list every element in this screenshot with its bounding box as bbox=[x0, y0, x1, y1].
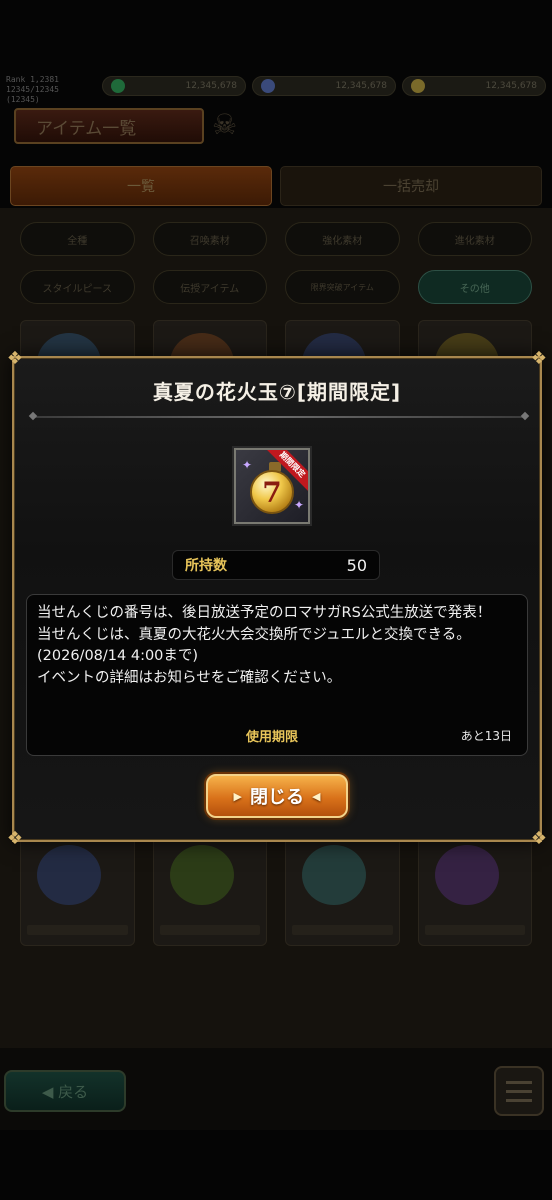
close-button[interactable]: ▶ 閉じる ◀ bbox=[206, 774, 348, 818]
item-thumbnail bbox=[302, 845, 366, 905]
user-rank: Rank 1,2381 bbox=[6, 75, 59, 84]
dialog-title: 真夏の花火玉⑦[期間限定] bbox=[152, 380, 402, 404]
corner-ornament-icon: ❖ bbox=[6, 828, 24, 849]
aurum-counter[interactable]: 12,345,678 bbox=[402, 76, 546, 96]
arrow-left-icon: ◀ bbox=[312, 789, 321, 803]
tab-list[interactable]: 一覧 bbox=[10, 166, 272, 206]
expiry-value: あと13日 bbox=[460, 729, 512, 743]
close-label: 閉じる bbox=[250, 787, 304, 808]
aurum-icon bbox=[411, 79, 425, 93]
filter-other[interactable]: その他 bbox=[417, 270, 532, 304]
jewel-amount: 12,345,678 bbox=[185, 81, 237, 91]
user-stamina: 12345/12345 (12345) bbox=[6, 85, 59, 104]
item-caption bbox=[27, 925, 128, 935]
expiry-label: 使用期限 bbox=[246, 730, 299, 745]
hamburger-icon bbox=[506, 1080, 532, 1084]
item-thumbnail bbox=[37, 845, 101, 905]
filter-limit-break[interactable]: 限界突破アイテム bbox=[285, 270, 400, 304]
item-caption bbox=[159, 925, 260, 935]
crystal-counter[interactable]: 12,345,678 bbox=[252, 76, 396, 96]
status-bar: Rank 1,2381 12345/12345 (12345) 12,345,6… bbox=[0, 72, 552, 104]
aurum-amount: 12,345,678 bbox=[485, 81, 537, 91]
skull-crossbones-icon: ☠ bbox=[212, 108, 238, 141]
item-caption bbox=[292, 925, 393, 935]
corner-ornament-icon: ❖ bbox=[530, 348, 548, 369]
jewel-icon bbox=[111, 79, 125, 93]
sparkle-icon: ✦ bbox=[294, 498, 305, 512]
item-thumbnail bbox=[169, 845, 234, 905]
filter-evolve[interactable]: 進化素材 bbox=[417, 222, 532, 256]
corner-ornament-icon: ❖ bbox=[530, 828, 548, 849]
expiry-row: 使用期限 あと13日 bbox=[26, 729, 528, 757]
corner-ornament-icon: ❖ bbox=[6, 348, 24, 369]
item-cell[interactable] bbox=[152, 832, 267, 946]
filter-teach[interactable]: 伝授アイテム bbox=[152, 270, 267, 304]
user-info: Rank 1,2381 12345/12345 (12345) bbox=[6, 75, 96, 104]
menu-button[interactable] bbox=[494, 1066, 544, 1116]
jewel-counter[interactable]: 12,345,678 bbox=[102, 76, 246, 96]
item-thumbnail bbox=[434, 845, 499, 905]
title-divider bbox=[34, 416, 524, 418]
item-number: 7 bbox=[262, 475, 282, 509]
back-button[interactable]: ◀ 戻る bbox=[4, 1070, 126, 1112]
crystal-amount: 12,345,678 bbox=[335, 81, 387, 91]
main-tabs: 一覧 一括売却 bbox=[10, 166, 542, 206]
sparkle-icon: ✦ bbox=[242, 458, 253, 472]
item-cell[interactable] bbox=[285, 832, 400, 946]
tab-bulk-sell[interactable]: 一括売却 bbox=[280, 166, 542, 206]
filter-buttons: 全種 召喚素材 強化素材 進化素材 スタイルピース 伝授アイテム 限界突破アイテ… bbox=[20, 222, 532, 304]
filter-summon[interactable]: 召喚素材 bbox=[152, 222, 267, 256]
item-icon-frame: ✦ ✦ 7 期間限定 bbox=[234, 448, 310, 524]
item-description: 当せんくじの番号は、後日放送予定のロマサガRS公式生放送で発表！ 当せんくじは、… bbox=[37, 605, 492, 686]
item-caption bbox=[424, 925, 525, 935]
filter-enhance[interactable]: 強化素材 bbox=[285, 222, 400, 256]
item-cell[interactable] bbox=[417, 832, 532, 946]
crystal-icon bbox=[261, 79, 275, 93]
owned-value: 50 bbox=[346, 555, 367, 575]
filter-style-piece[interactable]: スタイルピース bbox=[20, 270, 135, 304]
screen-title: アイテム一覧 bbox=[14, 108, 204, 144]
item-detail-dialog: ❖ ❖ ❖ ❖ 真夏の花火玉⑦[期間限定] ✦ ✦ 7 期間限定 所持数 50 … bbox=[7, 350, 547, 848]
item-cell[interactable] bbox=[20, 832, 135, 946]
owned-count-row: 所持数 50 bbox=[172, 550, 380, 580]
arrow-right-icon: ▶ bbox=[233, 789, 242, 803]
firework-ball-icon: 7 bbox=[250, 470, 294, 514]
filter-all[interactable]: 全種 bbox=[20, 222, 135, 256]
owned-label: 所持数 bbox=[185, 558, 227, 574]
